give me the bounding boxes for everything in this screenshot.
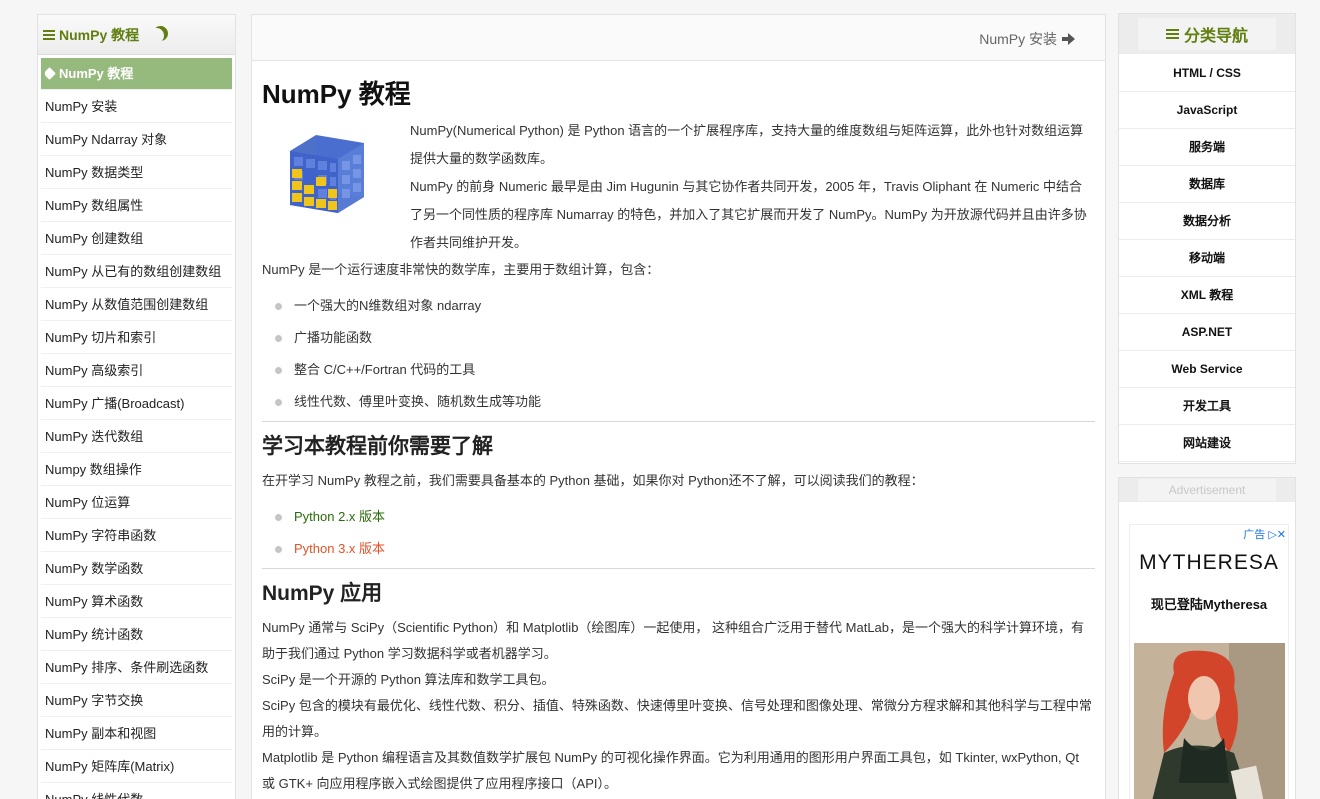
- advertisement-box: Advertisement 广告 ▷✕ MYTHERESA 现已登陆Myther…: [1118, 477, 1296, 799]
- ad-header: Advertisement: [1119, 478, 1295, 502]
- sidebar-item[interactable]: NumPy 从数值范围创建数组: [41, 288, 232, 321]
- features-intro: NumPy 是一个运行速度非常快的数学库，主要用于数组计算，包含：: [262, 262, 660, 277]
- sidebar-item[interactable]: NumPy 广播(Broadcast): [41, 387, 232, 420]
- arrow-right-icon: [1061, 32, 1075, 46]
- sidebar-item[interactable]: NumPy 字符串函数: [41, 519, 232, 552]
- sidebar-header: NumPy 教程: [38, 15, 235, 55]
- python3-link[interactable]: Python 3.x 版本: [272, 536, 1095, 568]
- intro-paragraph: NumPy 的前身 Numeric 最早是由 Jim Hugunin 与其它协作…: [410, 179, 1087, 250]
- sidebar-item[interactable]: NumPy 统计函数: [41, 618, 232, 651]
- sidebar-item[interactable]: NumPy 矩阵库(Matrix): [41, 750, 232, 783]
- sidebar-item[interactable]: NumPy 教程: [41, 58, 232, 90]
- category-nav: 分类导航 HTML / CSS JavaScript 服务端 数据库 数据分析 …: [1118, 13, 1296, 464]
- sidebar-item[interactable]: NumPy Ndarray 对象: [41, 123, 232, 156]
- ad-banner[interactable]: 广告 ▷✕ MYTHERESA 现已登陆Mytheresa: [1129, 524, 1289, 799]
- ad-slogan: 现已登陆Mytheresa: [1150, 597, 1268, 612]
- article: NumPy 教程 NumPy(Numerical Python) 是 Pytho…: [252, 75, 1105, 797]
- sidebar-item[interactable]: NumPy 副本和视图: [41, 717, 232, 750]
- category-item[interactable]: JavaScript: [1119, 92, 1295, 129]
- ad-choices-icon[interactable]: 广告 ▷✕: [1243, 526, 1286, 542]
- apps-paragraph: SciPy 是一个开源的 Python 算法库和数学工具包。: [262, 672, 555, 687]
- sidebar-item[interactable]: NumPy 从已有的数组创建数组: [41, 255, 232, 288]
- sidebar-item[interactable]: NumPy 字节交换: [41, 684, 232, 717]
- list-icon: [43, 28, 55, 42]
- list-item: 整合 C/C++/Fortran 代码的工具: [272, 357, 1095, 389]
- moon-icon[interactable]: [149, 28, 164, 43]
- category-item[interactable]: ASP.NET: [1119, 314, 1295, 351]
- list-item: 广播功能函数: [272, 325, 1095, 357]
- category-item[interactable]: XML 教程: [1119, 277, 1295, 314]
- tag-icon: [43, 67, 56, 80]
- category-item[interactable]: 服务端: [1119, 129, 1295, 166]
- category-item[interactable]: HTML / CSS: [1119, 54, 1295, 92]
- next-page-link[interactable]: NumPy 安装: [979, 29, 1075, 49]
- sidebar-list: NumPy 教程 NumPy 安装 NumPy Ndarray 对象 NumPy…: [38, 55, 235, 799]
- section-heading: NumPy 应用: [262, 582, 383, 605]
- ad-photo: [1134, 643, 1285, 799]
- intro-paragraph: NumPy(Numerical Python) 是 Python 语言的一个扩展…: [410, 123, 1084, 166]
- intro-section: NumPy(Numerical Python) 是 Python 语言的一个扩展…: [262, 123, 1095, 257]
- sidebar-item[interactable]: NumPy 线性代数: [41, 783, 232, 799]
- list-item: 线性代数、傅里叶变换、随机数生成等功能: [272, 389, 1095, 421]
- sidebar-item[interactable]: NumPy 迭代数组: [41, 420, 232, 453]
- category-item[interactable]: 网站建设: [1119, 425, 1295, 462]
- sidebar-item[interactable]: NumPy 高级索引: [41, 354, 232, 387]
- intro-text: NumPy(Numerical Python) 是 Python 语言的一个扩展…: [410, 117, 1095, 257]
- category-item[interactable]: 数据库: [1119, 166, 1295, 203]
- prereq-text: 在开学习 NumPy 教程之前，我们需要具备基本的 Python 基础，如果你对…: [262, 473, 924, 488]
- sidebar-item[interactable]: NumPy 位运算: [41, 486, 232, 519]
- apps-paragraph: SciPy 包含的模块有最优化、线性代数、积分、插值、特殊函数、快速傅里叶变换、…: [262, 698, 1092, 739]
- category-item[interactable]: 开发工具: [1119, 388, 1295, 425]
- python2-link[interactable]: Python 2.x 版本: [272, 504, 1095, 536]
- sidebar-item[interactable]: NumPy 数学函数: [41, 552, 232, 585]
- sidebar-item[interactable]: NumPy 数据类型: [41, 156, 232, 189]
- main-content: NumPy 安装 NumPy 教程 NumPy(Numerical Python…: [251, 14, 1106, 799]
- sidebar-item[interactable]: NumPy 排序、条件刷选函数: [41, 651, 232, 684]
- list-item: 一个强大的N维数组对象 ndarray: [272, 293, 1095, 325]
- category-nav-header: 分类导航: [1119, 14, 1295, 54]
- sidebar-item[interactable]: NumPy 数组属性: [41, 189, 232, 222]
- apps-paragraph: NumPy 通常与 SciPy（Scientific Python）和 Matp…: [262, 620, 1085, 661]
- sidebar-item[interactable]: NumPy 安装: [41, 90, 232, 123]
- next-page-label: NumPy 安装: [979, 31, 1057, 47]
- list-icon: [1166, 27, 1179, 41]
- category-item[interactable]: 移动端: [1119, 240, 1295, 277]
- page-title: NumPy 教程: [262, 79, 411, 109]
- category-item[interactable]: Web Service: [1119, 351, 1295, 388]
- sidebar-item-label: NumPy 教程: [59, 66, 134, 81]
- sidebar-item[interactable]: NumPy 切片和索引: [41, 321, 232, 354]
- sidebar-item[interactable]: NumPy 算术函数: [41, 585, 232, 618]
- sidebar-item[interactable]: NumPy 创建数组: [41, 222, 232, 255]
- apps-paragraph: Matplotlib 是 Python 编程语言及其数值数学扩展包 NumPy …: [262, 750, 1079, 791]
- ad-label: Advertisement: [1138, 479, 1276, 501]
- tutorial-links: Python 2.x 版本 Python 3.x 版本: [272, 504, 1095, 568]
- sidebar-title: NumPy 教程: [59, 26, 140, 43]
- category-item[interactable]: 数据分析: [1119, 203, 1295, 240]
- features-list: 一个强大的N维数组对象 ndarray 广播功能函数 整合 C/C++/Fort…: [272, 293, 1095, 421]
- section-heading: 学习本教程前你需要了解: [262, 435, 493, 458]
- category-nav-title: 分类导航: [1183, 28, 1248, 45]
- article-nav: NumPy 安装: [252, 15, 1105, 61]
- ad-brand: MYTHERESA: [1139, 551, 1279, 574]
- category-list: HTML / CSS JavaScript 服务端 数据库 数据分析 移动端 X…: [1119, 54, 1295, 462]
- numpy-logo: [262, 125, 410, 243]
- left-sidebar: NumPy 教程 NumPy 教程 NumPy 安装 NumPy Ndarray…: [37, 14, 236, 799]
- sidebar-item[interactable]: Numpy 数组操作: [41, 453, 232, 486]
